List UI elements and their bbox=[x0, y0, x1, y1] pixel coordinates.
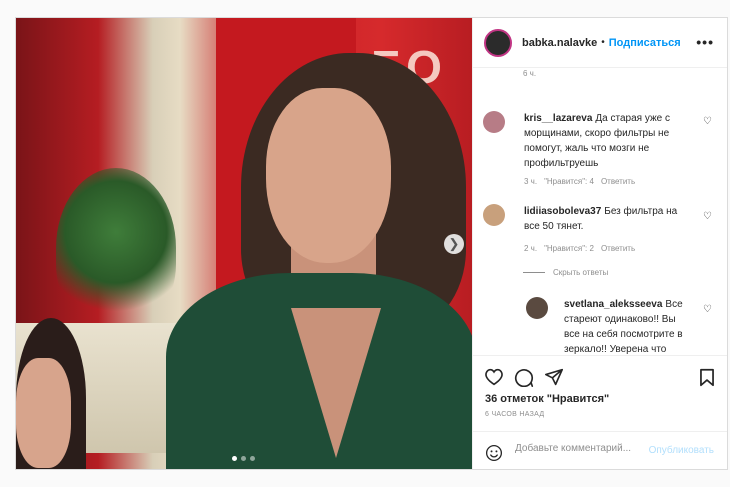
heart-icon[interactable]: ♡ bbox=[703, 212, 712, 222]
reply-button[interactable]: Ответить bbox=[601, 177, 635, 186]
follow-button[interactable]: Подписаться bbox=[609, 37, 681, 49]
comment-meta: 2 ч. "Нравится": 2 Ответить bbox=[524, 244, 635, 253]
comment-item: lidiiasoboleva37 Без фильтра на все 50 тя… bbox=[483, 204, 718, 259]
chevron-right-icon[interactable]: ❯ bbox=[444, 234, 464, 254]
publish-button[interactable]: Опубликовать bbox=[649, 445, 714, 456]
bookmark-icon[interactable] bbox=[699, 368, 715, 392]
comments-list[interactable]: 6 ч. kris__lazareva Да старая уже с морщи… bbox=[473, 69, 727, 355]
comment-username[interactable]: svetlana_aleksseeva bbox=[564, 299, 662, 310]
commenter-avatar[interactable] bbox=[483, 111, 505, 133]
post-sidebar: babka.nalavke • Подписаться ••• 6 ч. kri… bbox=[472, 18, 727, 469]
comment-likes[interactable]: "Нравится": 2 bbox=[544, 244, 594, 253]
reply-item: svetlana_aleksseeva Все стареют одинаково… bbox=[526, 297, 718, 355]
post-header: babka.nalavke • Подписаться ••• bbox=[473, 18, 727, 68]
comment-body: svetlana_aleksseeva Все стареют одинаково… bbox=[564, 297, 684, 355]
comment-username[interactable]: kris__lazareva bbox=[524, 113, 592, 124]
paper-plane-icon[interactable] bbox=[544, 368, 564, 391]
post-card: БО ❯ babka.nalavke • Подписаться ••• 6 ч… bbox=[15, 17, 728, 470]
hide-replies-label: Скрыть ответы bbox=[553, 268, 609, 277]
author-username[interactable]: babka.nalavke bbox=[522, 37, 597, 49]
reply-button[interactable]: Ответить bbox=[601, 244, 635, 253]
divider-line bbox=[523, 272, 545, 273]
backdrop-plant bbox=[56, 168, 176, 328]
carousel-dot bbox=[250, 456, 255, 461]
more-options-icon[interactable]: ••• bbox=[696, 34, 714, 50]
heart-icon[interactable]: ♡ bbox=[703, 305, 712, 315]
comment-input[interactable] bbox=[513, 442, 637, 455]
carousel-dot-active bbox=[232, 456, 237, 461]
comment-item: kris__lazareva Да старая уже с морщинами,… bbox=[483, 111, 718, 186]
comment-username[interactable]: lidiiasoboleva37 bbox=[524, 206, 601, 217]
comment-likes[interactable]: "Нравится": 4 bbox=[544, 177, 594, 186]
post-photo[interactable]: БО ❯ bbox=[16, 18, 472, 469]
comment-time: 3 ч. bbox=[524, 177, 538, 186]
commenter-avatar[interactable] bbox=[483, 204, 505, 226]
author-avatar[interactable] bbox=[484, 28, 512, 57]
comment-icon[interactable] bbox=[514, 368, 534, 392]
woman-vneck bbox=[291, 308, 381, 458]
commenter-avatar[interactable] bbox=[526, 297, 548, 319]
add-comment-bar: Опубликовать bbox=[473, 431, 727, 469]
post-actions: 36 отметок "Нравится" 6 ЧАСОВ НАЗАД Опуб… bbox=[473, 355, 727, 469]
separator-dot: • bbox=[601, 37, 605, 48]
likes-count[interactable]: 36 отметок "Нравится" bbox=[485, 393, 609, 405]
heart-icon[interactable]: ♡ bbox=[703, 117, 712, 127]
comment-timestamp: 6 ч. bbox=[523, 69, 537, 78]
emoji-icon[interactable] bbox=[485, 444, 503, 467]
comment-time: 2 ч. bbox=[524, 244, 538, 253]
carousel-dot bbox=[241, 456, 246, 461]
post-time-ago: 6 ЧАСОВ НАЗАД bbox=[485, 411, 545, 418]
carousel-dots bbox=[232, 456, 255, 461]
comment-body: lidiiasoboleva37 Без фильтра на все 50 тя… bbox=[524, 204, 692, 234]
comment-meta: 3 ч. "Нравится": 4 Ответить bbox=[524, 177, 635, 186]
woman-face bbox=[266, 88, 391, 263]
heart-icon[interactable] bbox=[484, 368, 504, 391]
comment-body: kris__lazareva Да старая уже с морщинами,… bbox=[524, 111, 692, 171]
background-person-face bbox=[16, 358, 71, 468]
hide-replies-button[interactable]: Скрыть ответы bbox=[523, 268, 608, 277]
